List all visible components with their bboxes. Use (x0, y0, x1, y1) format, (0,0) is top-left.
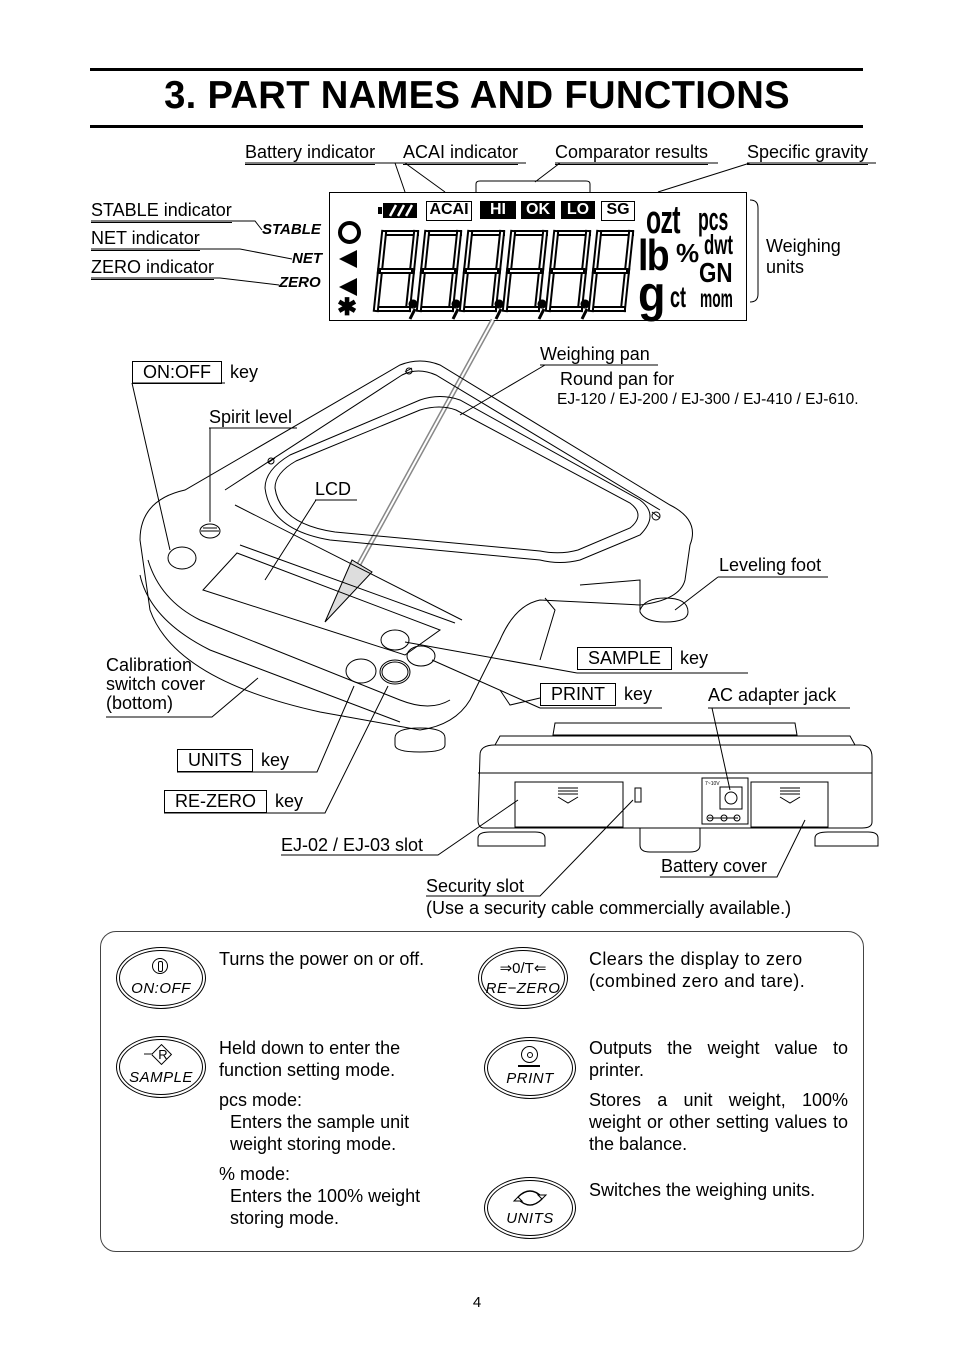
battery-cover-label: Battery cover (661, 856, 768, 876)
on-off-key-icon: ON:OFF (116, 947, 206, 1009)
rezero-key-label: RE-ZERO key (164, 790, 303, 813)
sample-desc-main: Held down to enter the function setting … (219, 1038, 401, 1080)
on-off-key-box: ON:OFF (132, 361, 222, 384)
cycle-icon (512, 1190, 548, 1206)
key-suffix: key (680, 648, 709, 668)
sample-key-text: SAMPLE (129, 1069, 193, 1086)
key-suffix: key (261, 750, 290, 770)
sample-pct-head: % mode: (219, 1164, 291, 1184)
ac-adapter-jack-label: AC adapter jack (708, 685, 837, 705)
on-off-desc: Turns the power on or off. (219, 949, 425, 969)
page-number: 4 (472, 1294, 482, 1311)
calibration-line2: switch cover (106, 674, 206, 694)
print-desc-1: Outputs the weight value to printer. (589, 1038, 848, 1080)
security-slot-note: (Use a security cable commercially avail… (426, 898, 792, 918)
weighing-pan-label: Weighing pan (540, 344, 650, 364)
lcd-label: LCD (315, 479, 352, 499)
calibration-switch-label: Calibration switch cover (bottom) (106, 656, 205, 713)
units-key-icon: UNITS (484, 1177, 576, 1239)
leveling-foot-label: Leveling foot (719, 555, 822, 575)
units-desc: Switches the weighing units. (589, 1180, 816, 1200)
jack-voltage-label: 7~10V (705, 781, 720, 787)
zero-tare-glyph: ⇒0/T⇐ (499, 960, 547, 977)
print-desc: Outputs the weight value to printer. Sto… (589, 1037, 848, 1155)
calibration-line3: (bottom) (106, 693, 174, 713)
key-suffix: key (275, 791, 304, 811)
print-key-icon: PRINT (484, 1037, 576, 1099)
rezero-key-text: RE−ZERO (485, 980, 561, 997)
rezero-key-box: RE-ZERO (164, 790, 267, 813)
diamond-r-letter: R (158, 1047, 168, 1062)
on-off-key-label: ON:OFF key (132, 361, 258, 384)
round-pan-models: EJ-120 / EJ-200 / EJ-300 / EJ-410 / EJ-6… (557, 391, 859, 408)
rezero-desc: Clears the display to zero (combined zer… (589, 949, 806, 991)
sample-key-label: SAMPLE key (577, 647, 708, 670)
print-icon (521, 1046, 538, 1063)
power-icon (152, 958, 168, 974)
key-suffix: key (624, 684, 653, 704)
key-suffix: key (230, 362, 259, 382)
print-key-box: PRINT (540, 683, 616, 706)
sample-key-box: SAMPLE (577, 647, 673, 670)
spirit-level-label: Spirit level (209, 407, 293, 427)
sample-desc: Held down to enter the function setting … (219, 1037, 459, 1229)
units-key-label: UNITS key (177, 749, 289, 772)
on-off-key-text: ON:OFF (131, 980, 191, 997)
security-slot-label: Security slot (426, 876, 525, 896)
units-key-box: UNITS (177, 749, 253, 772)
sample-pct-desc: Enters the 100% weight storing mode. (230, 1186, 421, 1228)
ej-slot-label: EJ-02 / EJ-03 slot (281, 835, 424, 855)
print-key-text: PRINT (506, 1070, 554, 1087)
print-desc-2: Stores a unit weight, 100% weight or oth… (589, 1090, 848, 1154)
print-key-label: PRINT key (540, 683, 652, 706)
sample-pcs-head: pcs mode: (219, 1090, 303, 1110)
units-key-text: UNITS (506, 1210, 554, 1227)
sample-pcs-desc: Enters the sample unit weight storing mo… (230, 1112, 410, 1154)
round-pan-label: Round pan for (560, 369, 675, 389)
rezero-key-icon: ⇒0/T⇐ RE−ZERO (478, 947, 568, 1009)
calibration-line1: Calibration (106, 655, 193, 675)
sample-key-icon: R SAMPLE (116, 1036, 206, 1098)
